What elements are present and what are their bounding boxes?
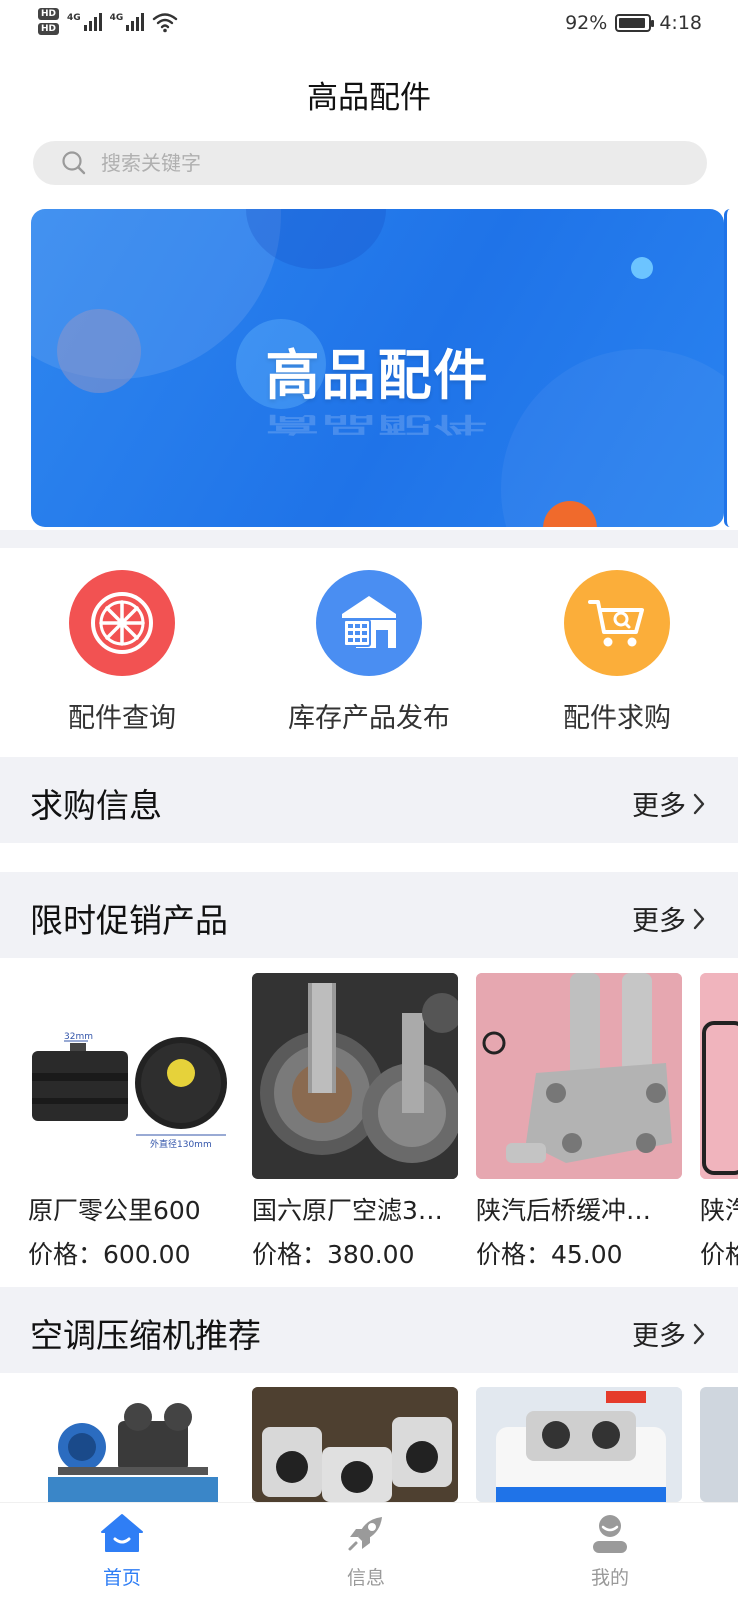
- product-card[interactable]: 陕汽 价格: [700, 973, 738, 1271]
- quick-nav-stock-publish[interactable]: 库存产品发布: [249, 560, 489, 735]
- section-title: 限时促销产品: [30, 901, 228, 940]
- product-price: 价格: [700, 1240, 738, 1269]
- compressor-product-list[interactable]: [0, 1387, 738, 1502]
- banner-title: 高品配件: [265, 344, 490, 407]
- page-title: 高品配件: [307, 80, 431, 116]
- quick-nav-parts-purchase[interactable]: 配件求购: [497, 560, 737, 735]
- signal-icon: 4G: [67, 12, 102, 31]
- tab-mine[interactable]: 我的: [550, 1511, 670, 1590]
- chevron-right-icon: [693, 1323, 705, 1344]
- dimension-label-bottom: 外直径130mm: [150, 1138, 212, 1150]
- search-input[interactable]: [101, 151, 661, 175]
- product-name: 国六原厂空滤3…: [252, 1196, 443, 1225]
- product-card[interactable]: [700, 1387, 738, 1502]
- network-type-label: 4G: [109, 12, 124, 23]
- search-icon: [62, 151, 86, 175]
- section-title: 空调压缩机推荐: [30, 1316, 261, 1355]
- product-image: [476, 1387, 682, 1502]
- more-label: 更多: [632, 1321, 686, 1352]
- more-label: 更多: [632, 906, 686, 937]
- section-compressors: 空调压缩机推荐 更多: [0, 1287, 738, 1373]
- network-type-label: 4G: [67, 12, 81, 23]
- quick-nav-label: 配件求购: [563, 703, 671, 734]
- wheel-icon: [69, 570, 175, 676]
- product-price: 价格：600.00: [28, 1240, 191, 1269]
- product-card[interactable]: 国六原厂空滤3… 价格：380.00: [252, 973, 458, 1271]
- section-purchase-requests: 求购信息 更多: [0, 757, 738, 843]
- quick-nav-label: 配件查询: [68, 703, 176, 734]
- search-bar[interactable]: [33, 141, 707, 185]
- tab-info[interactable]: 信息: [306, 1511, 426, 1590]
- quick-nav-label: 库存产品发布: [288, 703, 450, 734]
- battery-percent: 92%: [565, 12, 608, 34]
- product-name: 陕汽: [700, 1196, 738, 1225]
- tab-home[interactable]: 首页: [62, 1511, 182, 1590]
- hd-icon: HD: [38, 23, 60, 35]
- product-card[interactable]: [476, 1387, 682, 1502]
- promo-product-list[interactable]: 32mm 外直径130mm 原厂零公里600 价格：600.00 国六原厂空滤3…: [0, 973, 738, 1273]
- battery-icon: [615, 14, 655, 32]
- rocket-icon: [348, 1517, 382, 1551]
- wifi-icon: [153, 12, 178, 32]
- product-image: [700, 973, 738, 1179]
- product-card[interactable]: [28, 1387, 234, 1502]
- clock: 4:18: [659, 12, 702, 34]
- status-right: 92% 4:18: [565, 12, 702, 34]
- more-link[interactable]: 更多: [632, 1314, 706, 1353]
- signal-icon: 4G: [109, 12, 145, 31]
- more-label: 更多: [632, 791, 686, 822]
- product-image: [476, 973, 682, 1179]
- banner-title-reflection: 高品配件: [265, 411, 490, 438]
- product-price: 价格：380.00: [252, 1240, 415, 1269]
- product-image: [28, 1387, 234, 1502]
- section-title: 求购信息: [30, 786, 162, 825]
- bottom-tab-bar: 首页 信息 我的: [0, 1502, 738, 1600]
- more-link[interactable]: 更多: [632, 784, 706, 823]
- tab-label: 首页: [102, 1567, 141, 1589]
- product-image: [700, 1387, 738, 1502]
- product-image: [252, 1387, 458, 1502]
- quick-nav-parts-query[interactable]: 配件查询: [2, 560, 242, 735]
- warehouse-icon: [316, 570, 422, 676]
- product-card[interactable]: [252, 1387, 458, 1502]
- product-image: 32mm 外直径130mm: [28, 973, 234, 1179]
- banner-next-slide[interactable]: [724, 209, 738, 527]
- banner-carousel[interactable]: 高品配件 高品配件: [31, 209, 724, 527]
- product-card[interactable]: 32mm 外直径130mm 原厂零公里600 价格：600.00: [28, 973, 234, 1271]
- chevron-right-icon: [693, 793, 705, 814]
- tab-label: 我的: [590, 1567, 629, 1589]
- status-bar: HD HD 4G 4G 92% 4:18: [0, 0, 738, 52]
- status-left: HD HD 4G 4G: [38, 8, 178, 35]
- product-image: [252, 973, 458, 1179]
- product-name: 陕汽后桥缓冲…: [476, 1196, 652, 1225]
- section-promotions: 限时促销产品 更多: [0, 872, 738, 958]
- chevron-right-icon: [693, 908, 705, 929]
- cart-icon: [564, 570, 670, 676]
- home-icon: [101, 1514, 143, 1552]
- product-name: 原厂零公里600: [28, 1196, 201, 1225]
- dimension-label-top: 32mm: [64, 1032, 93, 1042]
- hd-icon: HD: [38, 8, 60, 20]
- hd-indicators: HD HD: [38, 8, 60, 35]
- quick-nav: 配件查询 库存产品发布 配件求购: [0, 560, 738, 734]
- divider: [0, 530, 738, 548]
- tab-label: 信息: [346, 1567, 385, 1589]
- product-card[interactable]: 陕汽后桥缓冲… 价格：45.00: [476, 973, 682, 1271]
- product-price: 价格：45.00: [476, 1240, 623, 1269]
- more-link[interactable]: 更多: [632, 899, 706, 938]
- user-icon: [593, 1515, 627, 1553]
